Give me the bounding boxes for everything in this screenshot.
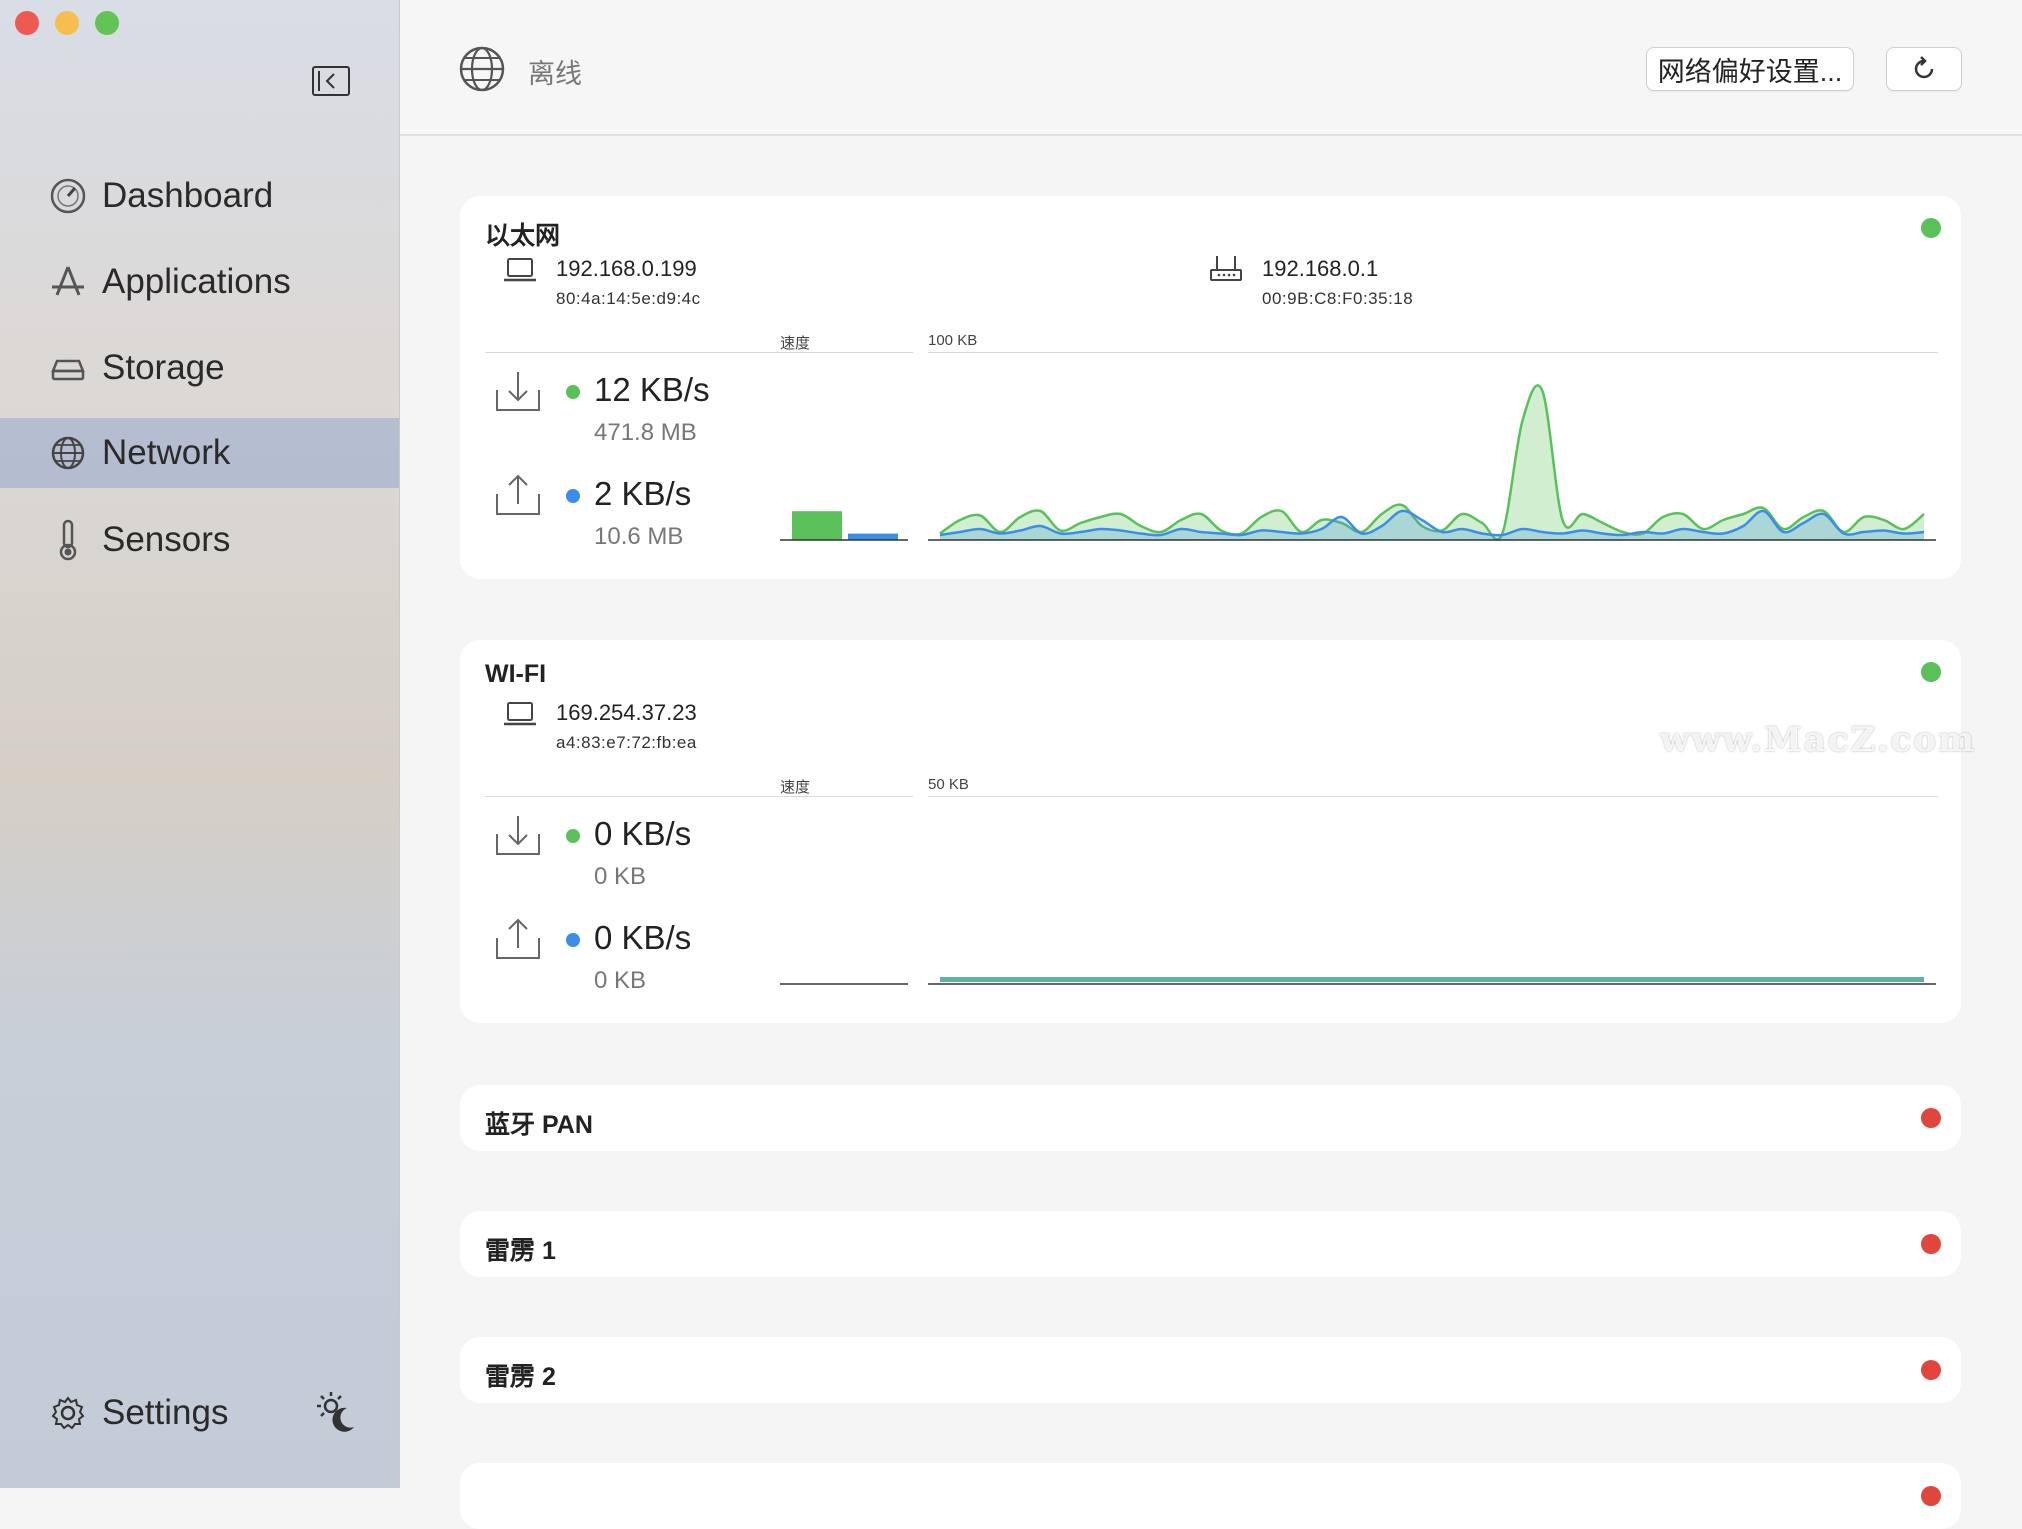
- drive-icon: [48, 348, 88, 388]
- speed-label: 速度: [780, 779, 811, 796]
- speed-bar-chart: [780, 983, 908, 985]
- download-total: 471.8 MB: [594, 419, 697, 446]
- laptop-icon: [504, 702, 536, 726]
- download-bar: [792, 511, 842, 540]
- sidebar-item-network[interactable]: Network: [0, 418, 399, 488]
- network-preferences-button[interactable]: 网络偏好设置...: [1646, 47, 1854, 91]
- status-dot-disconnected: [1921, 1360, 1941, 1380]
- wifi-card: WI-FI 169.254.37.23 a4:83:e7:72:fb:ea 速度…: [460, 640, 1961, 1023]
- interface-card-partial[interactable]: [460, 1463, 1961, 1529]
- app-store-icon: [48, 262, 88, 302]
- globe-icon: [458, 45, 506, 93]
- router-icon: [1210, 256, 1242, 281]
- download-speed: 12 KB/s: [594, 371, 710, 408]
- appearance-toggle-button[interactable]: [316, 1391, 358, 1433]
- download-icon: [496, 816, 540, 855]
- settings-button[interactable]: Settings: [0, 1378, 260, 1448]
- traffic-history-chart: [928, 384, 1936, 541]
- upload-bar: [848, 533, 898, 540]
- sidebar-item-sensors[interactable]: Sensors: [0, 505, 399, 575]
- laptop-icon: [504, 258, 536, 282]
- upload-speed: 2 KB/s: [594, 475, 692, 512]
- download-speed: 0 KB/s: [594, 815, 692, 852]
- status-dot-connected: [1921, 662, 1941, 682]
- status-dot-connected: [1921, 218, 1941, 238]
- sidebar-item-dashboard[interactable]: Dashboard: [0, 161, 399, 231]
- globe-icon: [48, 433, 88, 473]
- status-dot-disconnected: [1921, 1108, 1941, 1128]
- gauge-icon: [48, 176, 88, 216]
- upload-dot: [566, 489, 580, 503]
- status-dot-disconnected: [1921, 1486, 1941, 1506]
- interface-name: WI-FI: [485, 660, 547, 688]
- connection-status: 离线: [528, 59, 582, 89]
- sidebar-item-applications[interactable]: Applications: [0, 247, 399, 317]
- flat-history-line: [940, 977, 1924, 982]
- toolbar: 离线 网络偏好设置...: [400, 0, 2022, 136]
- download-history-area: [940, 385, 1924, 540]
- upload-icon: [496, 918, 540, 959]
- download-total: 0 KB: [594, 863, 647, 890]
- upload-dot: [566, 933, 580, 947]
- bluetooth-pan-card[interactable]: 蓝牙 PAN: [460, 1085, 1961, 1151]
- router-mac: 00:9B:C8:F0:35:18: [1262, 289, 1414, 308]
- sidebar-collapse-icon: [312, 66, 350, 96]
- upload-total: 10.6 MB: [594, 523, 684, 550]
- sidebar-item-storage[interactable]: Storage: [0, 333, 399, 403]
- upload-speed: 0 KB/s: [594, 919, 692, 956]
- zoom-window-button[interactable]: [95, 11, 119, 35]
- scale-label: 50 KB: [928, 776, 969, 793]
- close-window-button[interactable]: [15, 11, 39, 35]
- thermometer-icon: [48, 519, 88, 561]
- scale-label: 100 KB: [928, 332, 978, 349]
- status-dot-disconnected: [1921, 1234, 1941, 1254]
- collapse-sidebar-button[interactable]: [312, 66, 350, 96]
- interface-name: 蓝牙 PAN: [485, 1111, 593, 1139]
- local-ip: 192.168.0.199: [556, 256, 697, 281]
- download-dot: [566, 385, 580, 399]
- minimize-window-button[interactable]: [55, 11, 79, 35]
- sidebar-item-label: Sensors: [102, 520, 231, 559]
- sidebar-item-label: Network: [102, 433, 231, 472]
- interface-name: 以太网: [485, 222, 561, 250]
- interface-name: 雷雳 2: [485, 1363, 556, 1391]
- upload-icon: [496, 474, 540, 515]
- settings-label: Settings: [102, 1393, 229, 1432]
- refresh-icon: [1914, 56, 1934, 79]
- traffic-history-chart: [928, 977, 1936, 985]
- sidebar-item-label: Applications: [102, 262, 291, 301]
- watermark: www.MacZ.com: [1660, 720, 1977, 760]
- router-ip: 192.168.0.1: [1262, 256, 1379, 281]
- local-mac: a4:83:e7:72:fb:ea: [556, 733, 697, 752]
- download-icon: [496, 372, 540, 411]
- speed-label: 速度: [780, 335, 811, 352]
- refresh-button[interactable]: [1886, 47, 1962, 91]
- local-ip: 169.254.37.23: [556, 700, 697, 725]
- thunderbolt-1-card[interactable]: 雷雳 1: [460, 1211, 1961, 1277]
- local-mac: 80:4a:14:5e:d9:4c: [556, 289, 701, 308]
- sidebar: Dashboard Applications Storage Network S…: [0, 0, 400, 1488]
- interface-name: 雷雳 1: [485, 1237, 556, 1265]
- download-dot: [566, 829, 580, 843]
- download-history-line: [939, 384, 1925, 541]
- sidebar-item-label: Dashboard: [102, 176, 274, 215]
- ethernet-card: 以太网 192.168.0.199 80:4a:14:5e:d9:4c 192.…: [460, 196, 1961, 579]
- gear-icon: [48, 1393, 88, 1433]
- thunderbolt-2-card[interactable]: 雷雳 2: [460, 1337, 1961, 1403]
- sun-moon-icon: [317, 1392, 354, 1432]
- sidebar-item-label: Storage: [102, 348, 225, 387]
- speed-bar-chart: [780, 511, 908, 541]
- upload-total: 0 KB: [594, 967, 647, 994]
